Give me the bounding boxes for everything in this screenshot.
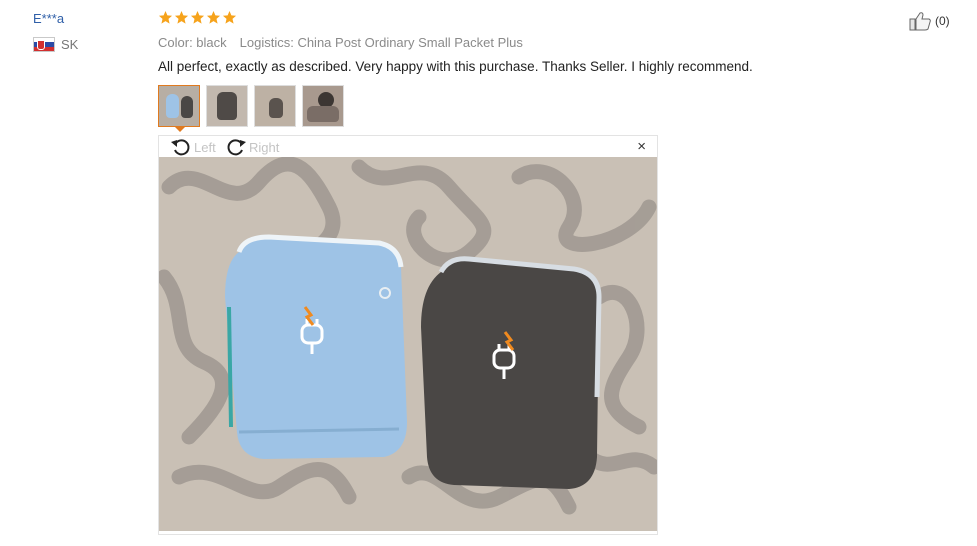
flag-sk-icon [33, 37, 55, 52]
review-meta: Color: black Logistics: China Post Ordina… [158, 35, 523, 50]
color-info: Color: black [158, 35, 227, 50]
logistics-info: Logistics: China Post Ordinary Small Pac… [239, 35, 523, 50]
like-button[interactable]: (0) [909, 11, 950, 31]
image-viewer: Left Right × [158, 135, 658, 535]
viewer-toolbar: Left Right × [159, 136, 657, 156]
star-icon [206, 10, 221, 24]
star-icon [190, 10, 205, 24]
star-icon [222, 10, 237, 24]
rotate-left-icon [171, 139, 190, 156]
review-thumbnails [158, 85, 344, 127]
thumbs-up-icon [909, 12, 931, 31]
rotate-left-button[interactable]: Left [170, 137, 216, 157]
star-icon [158, 10, 173, 24]
rotate-left-label: Left [194, 139, 216, 155]
rotate-right-button[interactable]: Right [225, 137, 279, 157]
thumbnail-2[interactable] [206, 85, 248, 127]
thumbnail-4[interactable] [302, 85, 344, 127]
reviewer-country: SK [33, 37, 78, 52]
close-icon[interactable]: × [637, 139, 646, 154]
rotate-right-label: Right [249, 139, 280, 155]
like-count: (0) [935, 14, 950, 28]
star-rating [158, 10, 237, 25]
review-photo [159, 157, 657, 531]
star-icon [174, 10, 189, 24]
rotate-right-icon [227, 139, 246, 156]
thumbnail-1[interactable] [158, 85, 200, 127]
review-text: All perfect, exactly as described. Very … [158, 59, 753, 74]
thumbnail-3[interactable] [254, 85, 296, 127]
country-code: SK [61, 37, 79, 52]
reviewer-name[interactable]: E***a [33, 11, 64, 26]
review-photo-image [159, 157, 657, 531]
active-thumbnail-pointer [174, 126, 186, 132]
